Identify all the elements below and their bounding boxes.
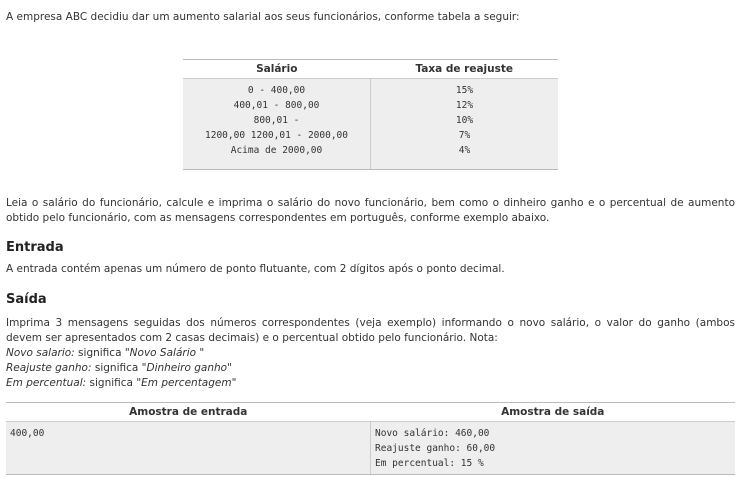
sample-table: Amostra de entrada Amostra de saída 400,… xyxy=(6,402,735,475)
note-term: Novo salario: xyxy=(6,347,75,359)
saida-text: Imprima 3 mensagens seguidas dos números… xyxy=(6,317,735,344)
entrada-heading: Entrada xyxy=(6,240,64,255)
sample-output-line: Reajuste ganho: 60,00 xyxy=(375,443,496,454)
entrada-text: A entrada contém apenas um número de pon… xyxy=(6,263,505,275)
sample-table-header: Amostra de entrada Amostra de saída xyxy=(6,403,735,422)
note-connector: significa xyxy=(74,347,125,359)
note-term: Reajuste ganho: xyxy=(6,362,92,374)
sample-output-cell: Novo salário: 460,00 Reajuste ganho: 60,… xyxy=(371,422,735,474)
header-taxa: Taxa de reajuste xyxy=(415,63,514,75)
rate-column: 15% 12% 10% 7% 4% xyxy=(371,79,558,169)
header-sample-output: Amostra de saída xyxy=(501,406,605,418)
note-list: Novo salario: significa "Novo Salário " … xyxy=(6,346,735,391)
sample-input-line: 400,00 xyxy=(10,428,45,439)
salary-rate-table: Salário Taxa de reajuste 0 - 400,00 400,… xyxy=(183,59,558,170)
salary-cell: 800,01 - xyxy=(253,115,300,126)
note-item: Em percentual: significa "Em percentagem… xyxy=(6,376,735,391)
description-text: Leia o salário do funcionário, calcule e… xyxy=(6,197,735,224)
salary-cell: 0 - 400,00 xyxy=(247,85,306,96)
saida-heading: Saída xyxy=(6,292,47,307)
sample-output-line: Novo salário: 460,00 xyxy=(375,428,490,439)
header-salario: Salário xyxy=(256,63,298,75)
note-meaning: "Em percentagem" xyxy=(136,377,237,389)
note-item: Reajuste ganho: significa "Dinheiro ganh… xyxy=(6,361,735,376)
rate-cell: 7% xyxy=(458,130,471,141)
sample-input-cell: 400,00 xyxy=(6,422,371,474)
note-connector: significa xyxy=(91,362,142,374)
rate-cell: 4% xyxy=(458,145,471,156)
note-connector: significa xyxy=(86,377,137,389)
rate-table-body: 0 - 400,00 400,01 - 800,00 800,01 - 1200… xyxy=(183,79,558,169)
note-meaning: "Dinheiro ganho" xyxy=(141,362,232,374)
note-meaning: "Novo Salário " xyxy=(124,347,205,359)
rate-table-header: Salário Taxa de reajuste xyxy=(183,60,558,79)
intro-text: A empresa ABC decidiu dar um aumento sal… xyxy=(6,11,520,23)
note-item: Novo salario: significa "Novo Salário " xyxy=(6,346,735,361)
rate-cell: 10% xyxy=(455,115,474,126)
sample-table-body: 400,00 Novo salário: 460,00 Reajuste gan… xyxy=(6,422,735,474)
salary-column: 0 - 400,00 400,01 - 800,00 800,01 - 1200… xyxy=(183,79,371,169)
rate-cell: 15% xyxy=(455,85,474,96)
salary-cell: Acima de 2000,00 xyxy=(230,145,323,156)
sample-output-line: Em percentual: 15 % xyxy=(375,458,484,469)
header-sample-input: Amostra de entrada xyxy=(129,406,248,418)
note-term: Em percentual: xyxy=(6,377,87,389)
salary-cell: 400,01 - 800,00 xyxy=(233,100,320,111)
rate-cell: 12% xyxy=(455,100,474,111)
salary-cell: 1200,00 1200,01 - 2000,00 xyxy=(205,130,348,141)
